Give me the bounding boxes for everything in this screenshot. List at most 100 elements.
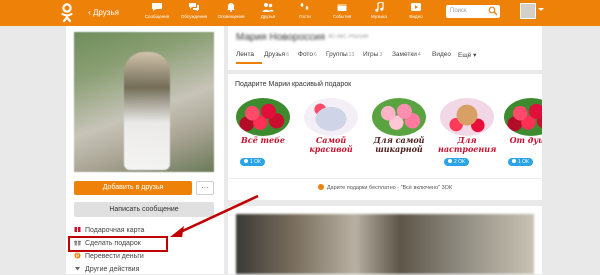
- video-icon: [411, 3, 421, 11]
- nav-video-label: Видео: [409, 14, 423, 19]
- gift-caption: Самой красивой: [309, 135, 353, 154]
- gift-price: 2 ОК: [454, 159, 465, 165]
- tab-photos-count: 6: [313, 52, 317, 58]
- tab-notes-label: Заметки: [392, 51, 417, 58]
- feed-panel: [228, 206, 542, 274]
- feed-post-image[interactable]: [236, 214, 534, 274]
- profile-subtitle: 40 лет, Россия: [328, 34, 369, 40]
- tab-more[interactable]: Ещё ▾: [458, 51, 476, 59]
- chevron-left-icon: ‹: [88, 7, 91, 17]
- profile-left-column: Добавить в друзья ··· Написать сообщение…: [66, 26, 224, 274]
- messages-icon: [152, 3, 162, 11]
- gift-roses-image: [236, 98, 290, 136]
- nav-guests-label: Гости: [299, 14, 311, 19]
- back-link-label: Друзья: [93, 8, 119, 17]
- action-send-money[interactable]: ₽ Перевести деньги: [74, 251, 144, 262]
- nav-guests[interactable]: Гости: [285, 2, 325, 20]
- caret-down-icon[interactable]: [538, 8, 544, 11]
- nav-notifications-label: Оповещения: [217, 14, 245, 19]
- search-icon[interactable]: [488, 6, 498, 16]
- tab-friends-label: Друзья: [264, 51, 286, 58]
- gift-price-badge: 1 ОК: [240, 158, 265, 166]
- tab-groups-count: 13: [348, 52, 355, 58]
- user-avatar[interactable]: [520, 3, 536, 19]
- notifications-icon: [227, 3, 235, 12]
- action-other-label: Другие действия: [85, 266, 140, 273]
- caret-down-icon: [75, 267, 80, 271]
- tab-photos-label: Фото: [298, 51, 313, 58]
- gift-item[interactable]: Для настроения 2 ОК: [436, 94, 498, 166]
- ok-coin-icon: [448, 159, 452, 163]
- profile-header: Мария Новороссия 40 лет, Россия Лента Др…: [228, 26, 542, 70]
- tab-feed[interactable]: Лента: [236, 51, 254, 58]
- nav-notifications[interactable]: Оповещения: [211, 2, 251, 20]
- gift-price: 1 ОК: [250, 159, 261, 165]
- action-gift-card-label: Подарочная карта: [85, 227, 145, 234]
- tab-photos[interactable]: Фото6: [298, 51, 317, 58]
- gifts-title: Подарите Марии красивый подарок: [235, 81, 352, 88]
- tab-friends[interactable]: Друзья6: [264, 51, 289, 58]
- ok-coin-icon: [244, 159, 248, 163]
- gift-price: 1 ОК: [518, 159, 529, 165]
- nav-messages-label: Сообщения: [144, 14, 170, 19]
- gift-caption: Всё тебе: [241, 135, 285, 145]
- tab-notes-count: 4: [417, 52, 421, 58]
- gift-item[interactable]: От души 1 ОК: [500, 94, 542, 166]
- gift-card-icon: [74, 227, 81, 232]
- add-friend-button[interactable]: Добавить в друзья: [74, 181, 192, 195]
- gift-caption: Для настроения: [438, 135, 497, 154]
- tab-games-label: Игры: [363, 51, 379, 58]
- tab-feed-label: Лента: [236, 51, 254, 58]
- gift-item[interactable]: Всё тебе 1 ОК: [232, 94, 294, 166]
- top-navigation-bar: ‹ Друзья Сообщения Обсуждения Оповещения …: [0, 0, 600, 26]
- guests-icon: [300, 3, 309, 10]
- write-message-button[interactable]: Написать сообщение: [74, 202, 214, 217]
- nav-events[interactable]: События: [322, 2, 362, 20]
- gift-caption: От души: [509, 135, 542, 145]
- tab-notes[interactable]: Заметки4: [392, 51, 421, 58]
- gift-roses-image: [504, 98, 542, 136]
- profile-photo[interactable]: [74, 32, 214, 172]
- all-inclusive-icon: [317, 184, 324, 190]
- nav-music-label: Музыка: [371, 14, 387, 19]
- nav-video[interactable]: Видео: [396, 2, 436, 20]
- nav-discussions[interactable]: Обсуждения: [174, 2, 214, 20]
- gift-price-badge: 2 ОК: [444, 158, 469, 166]
- gift-pink-roses-image: [372, 98, 426, 136]
- nav-music[interactable]: Музыка: [359, 2, 399, 20]
- gift-caption: Для самой шикарной: [373, 135, 425, 154]
- nav-messages[interactable]: Сообщения: [137, 2, 177, 20]
- tab-video[interactable]: Видео: [432, 51, 451, 58]
- free-gifts-link[interactable]: Дарите подарки бесплатно - "Всё включено…: [228, 184, 542, 191]
- gifts-panel: Подарите Марии красивый подарок Всё тебе…: [228, 74, 542, 200]
- nav-events-label: События: [332, 14, 352, 19]
- events-icon: [337, 4, 347, 11]
- gift-price-badge: 1 ОК: [508, 158, 533, 166]
- tab-groups[interactable]: Группы13: [326, 51, 354, 58]
- divider: [228, 178, 542, 179]
- friends-icon: [262, 3, 274, 12]
- discussions-icon: [189, 3, 199, 12]
- music-icon: [375, 2, 384, 12]
- highlight-box: [68, 236, 168, 252]
- profile-name: Мария Новороссия: [236, 32, 326, 43]
- gift-item[interactable]: Для самой шикарной: [368, 94, 430, 166]
- more-options-button[interactable]: ···: [196, 181, 214, 195]
- action-other[interactable]: Другие действия: [74, 264, 139, 275]
- gift-kitten-image: [440, 98, 494, 136]
- action-gift-card[interactable]: Подарочная карта: [74, 225, 144, 236]
- odnoklassniki-logo-icon[interactable]: [60, 3, 74, 23]
- tab-friends-count: 6: [286, 52, 289, 58]
- money-transfer-icon: ₽: [74, 252, 81, 259]
- profile-photo-figure: [124, 52, 170, 170]
- tab-groups-label: Группы: [326, 51, 348, 58]
- tab-more-label: Ещё ▾: [458, 52, 477, 59]
- tab-games[interactable]: Игры3: [363, 51, 382, 58]
- nav-friends[interactable]: Друзья: [248, 2, 288, 20]
- free-gifts-text: Дарите подарки бесплатно - "Всё включено…: [326, 185, 453, 191]
- active-tab-indicator: [236, 62, 262, 64]
- back-link[interactable]: ‹ Друзья: [88, 6, 119, 19]
- nav-friends-label: Друзья: [260, 14, 276, 19]
- tab-video-label: Видео: [432, 51, 451, 58]
- gift-item[interactable]: Самой красивой: [300, 94, 362, 166]
